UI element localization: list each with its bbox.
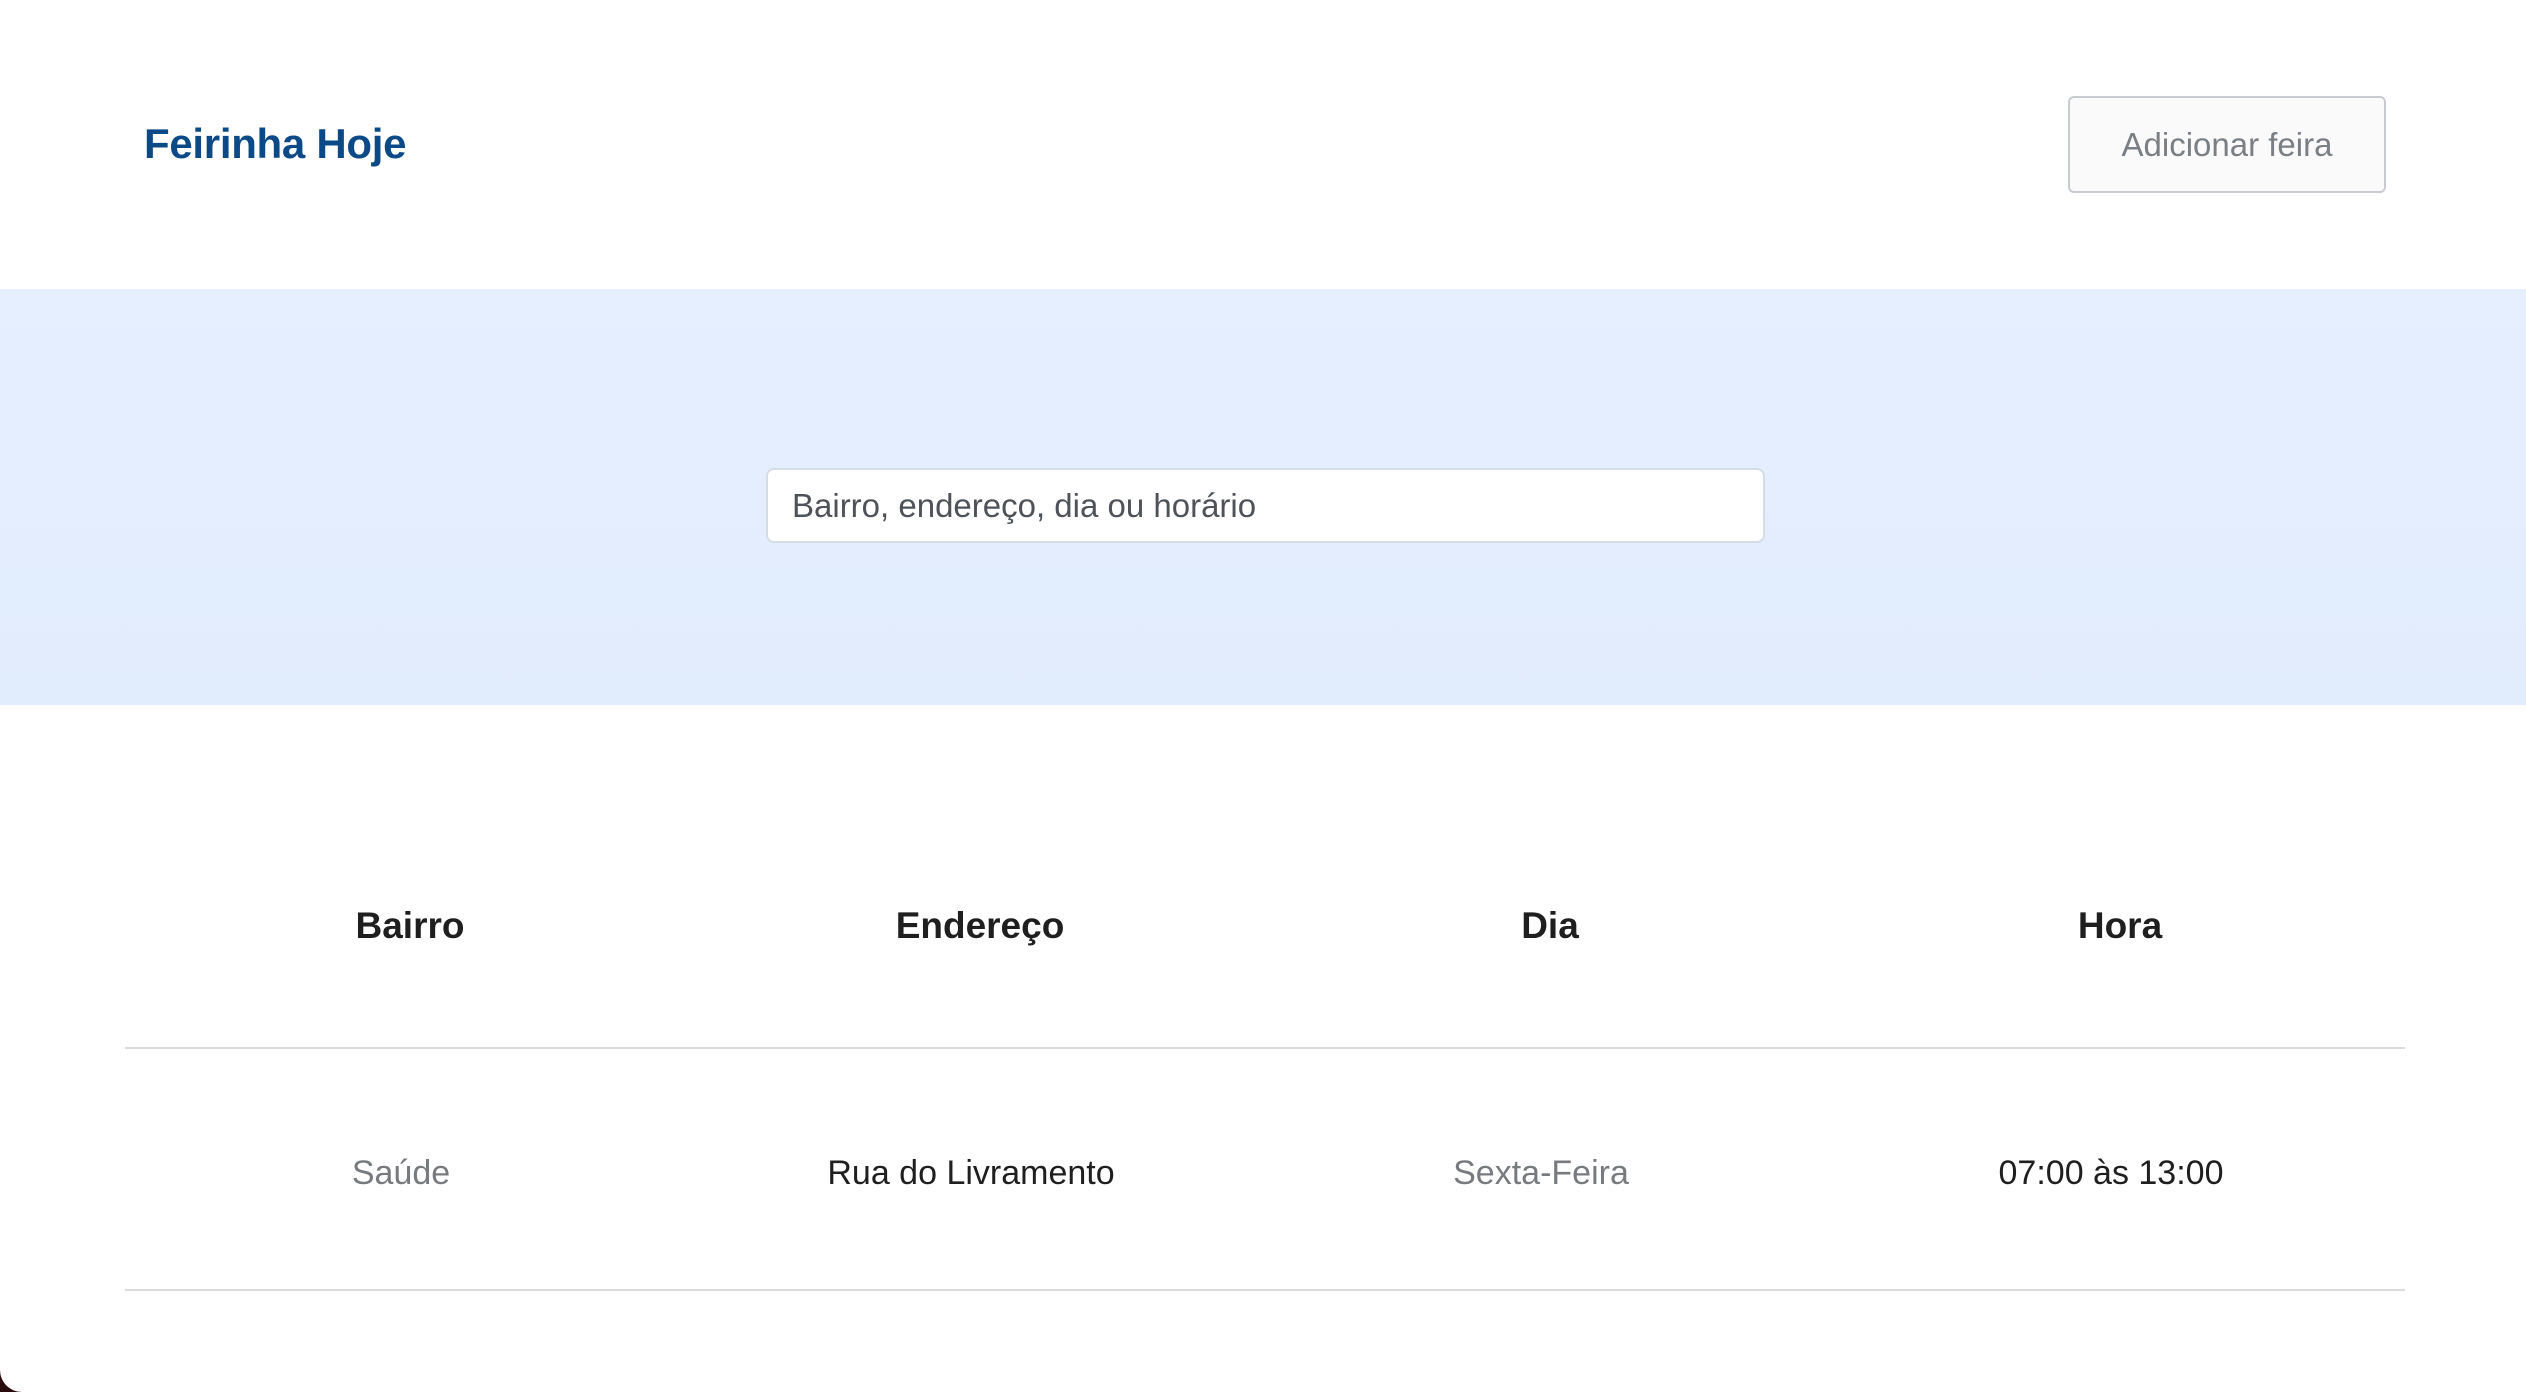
app-header: Feirinha Hoje Adicionar feira — [0, 0, 2526, 289]
search-input[interactable] — [766, 468, 1765, 543]
cell-hora: 07:00 às 13:00 — [1998, 1153, 2224, 1192]
page: Feirinha Hoje Adicionar feira Bairro End… — [0, 0, 2526, 1392]
brand-title[interactable]: Feirinha Hoje — [144, 119, 406, 169]
markets-table: Bairro Endereço Dia Hora Saúde Rua do Li… — [125, 705, 2405, 1291]
add-market-button[interactable]: Adicionar feira — [2068, 96, 2386, 193]
cell-dia: Sexta-Feira — [1453, 1153, 1629, 1192]
column-header-endereco: Endereço — [895, 905, 1065, 946]
cell-endereco: Rua do Livramento — [827, 1153, 1115, 1192]
column-header-bairro: Bairro — [355, 905, 465, 946]
column-header-hora: Hora — [2077, 905, 2163, 946]
search-section — [0, 289, 2526, 705]
table-header: Bairro Endereço Dia Hora — [125, 705, 2405, 1049]
cell-bairro: Saúde — [351, 1153, 451, 1192]
table-row: Saúde Rua do Livramento Sexta-Feira 07:0… — [125, 1049, 2405, 1291]
column-header-dia: Dia — [1521, 905, 1579, 946]
